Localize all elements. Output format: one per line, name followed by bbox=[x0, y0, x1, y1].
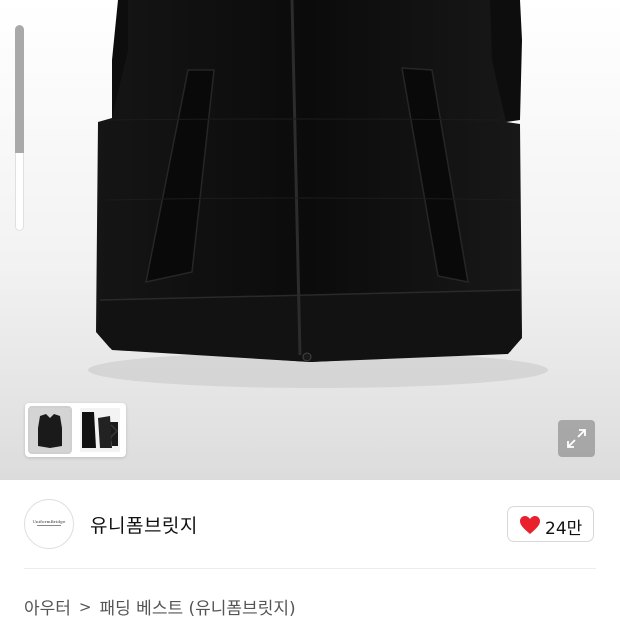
section-divider bbox=[24, 568, 596, 569]
image-scrollbar[interactable] bbox=[15, 25, 24, 231]
chevron-right-icon[interactable] bbox=[104, 421, 124, 441]
like-button[interactable]: 24만 bbox=[507, 506, 594, 542]
heart-icon bbox=[520, 516, 540, 534]
breadcrumb: 아우터 > 패딩 베스트 (유니폼브릿지) bbox=[24, 594, 296, 620]
brand-row: UniformBridge 유니폼브릿지 24만 bbox=[0, 480, 620, 568]
like-count: 24만 bbox=[545, 519, 583, 539]
product-image-gallery[interactable] bbox=[0, 0, 620, 480]
thumbnail-1[interactable] bbox=[28, 406, 72, 454]
breadcrumb-product: 패딩 베스트 (유니폼브릿지) bbox=[99, 599, 296, 619]
brand-name[interactable]: 유니폼브릿지 bbox=[90, 511, 198, 538]
breadcrumb-separator: > bbox=[78, 597, 92, 616]
brand-logo-text: UniformBridge bbox=[32, 519, 66, 524]
expand-image-button[interactable] bbox=[558, 420, 595, 457]
thumbnail-1-image bbox=[30, 408, 70, 452]
expand-arrows-icon bbox=[567, 429, 586, 448]
brand-logo-rule bbox=[37, 525, 61, 526]
breadcrumb-category[interactable]: 아우터 bbox=[24, 594, 71, 619]
image-scrollbar-thumb[interactable] bbox=[15, 25, 24, 153]
brand-logo[interactable]: UniformBridge bbox=[24, 499, 74, 549]
